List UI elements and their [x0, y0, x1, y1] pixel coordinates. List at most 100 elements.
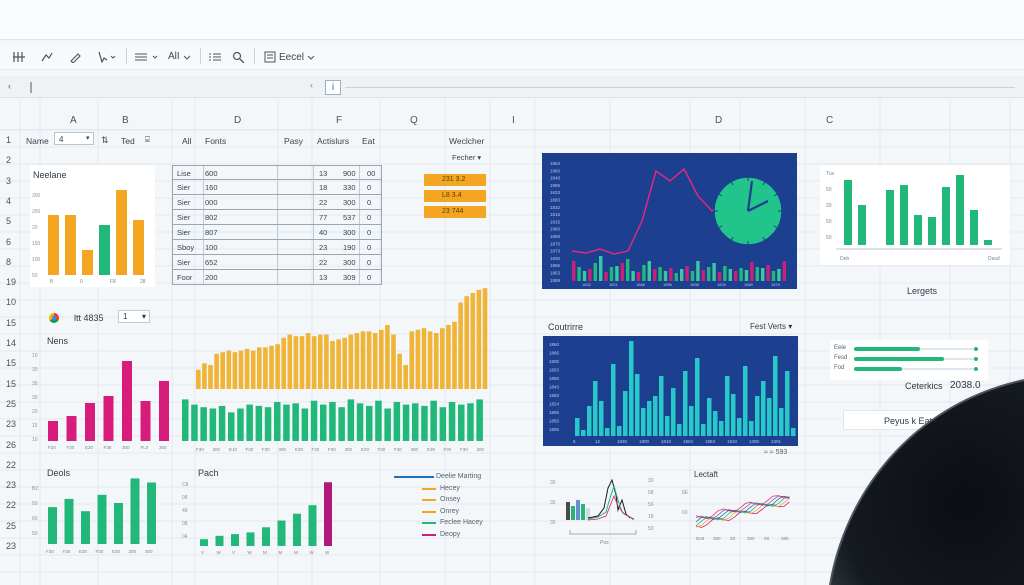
row-header[interactable]: 4	[6, 196, 11, 206]
dlc-bar	[147, 482, 156, 544]
orange-bar	[250, 350, 256, 389]
ctc-bar	[767, 398, 772, 436]
col-header-d[interactable]: D	[234, 115, 241, 126]
name-dropdown-value: 4	[59, 135, 64, 144]
table-row[interactable]: Sier 160 18 330 0	[172, 180, 382, 195]
ctc-bar	[785, 371, 790, 436]
neelane-chart-panel: Neelane 300 250 20 150 100 50 8 0 F8 28	[30, 165, 155, 287]
mdc-xtick: F30	[312, 447, 320, 452]
lines-icon[interactable]	[134, 51, 160, 63]
col-header-q[interactable]: Q	[410, 115, 418, 126]
col-header-f[interactable]: F	[336, 115, 342, 126]
row-header[interactable]: 25	[6, 521, 16, 531]
list-icon[interactable]	[208, 51, 222, 63]
table-cell: Sier	[177, 213, 191, 222]
widget-icon[interactable]	[48, 312, 60, 324]
col-header-b[interactable]: B	[122, 115, 129, 126]
row-header[interactable]: 26	[6, 440, 16, 450]
row-header[interactable]: 25	[6, 399, 16, 409]
ctc-bar	[737, 418, 742, 436]
row-header[interactable]: 15	[6, 358, 16, 368]
row-header[interactable]: 2	[6, 155, 11, 165]
pkc-bar	[48, 421, 58, 441]
btc-bar	[728, 269, 732, 281]
draw-icon[interactable]	[40, 51, 54, 63]
table-row[interactable]: Sier 000 22 300 0	[172, 195, 382, 210]
search-icon[interactable]	[232, 51, 246, 63]
sort-icon[interactable]: ⇅	[101, 135, 109, 146]
phc-xtick: W	[310, 550, 315, 555]
row-header[interactable]: 23	[6, 541, 16, 551]
row-header[interactable]: 15	[6, 379, 16, 389]
name-dropdown[interactable]: 4 ▾	[54, 132, 94, 145]
row-header[interactable]: 23	[6, 480, 16, 490]
row-header[interactable]: 1	[6, 135, 11, 145]
col-header-a[interactable]: A	[70, 115, 77, 126]
row-header[interactable]: 19	[6, 277, 16, 287]
row-header[interactable]: 14	[6, 338, 16, 348]
tlc-bar	[133, 220, 144, 275]
green-bar	[393, 402, 401, 441]
app-menu[interactable]: Eecel	[264, 51, 315, 63]
col-header-c[interactable]: C	[826, 115, 833, 126]
btc-xtick: 1888	[636, 282, 646, 287]
cursor-icon[interactable]	[96, 51, 118, 63]
row-header[interactable]: 10	[6, 297, 16, 307]
table-row[interactable]: Sboy 100 23 190 0	[172, 240, 382, 255]
pen-icon[interactable]	[68, 51, 82, 63]
fecher-value: Fecher	[452, 153, 476, 162]
row-header[interactable]: 22	[6, 460, 16, 470]
table-row[interactable]: Lise 600 13 900 00	[172, 165, 382, 180]
row-header[interactable]: 3	[6, 176, 11, 186]
row-header[interactable]: 8	[6, 257, 11, 267]
btc-bar	[593, 263, 597, 281]
row-header[interactable]: 22	[6, 500, 16, 510]
lfc-ytick: 8E	[682, 490, 689, 496]
table-row[interactable]: Foor 200 13 309 0	[172, 270, 382, 285]
btc-bar	[582, 271, 587, 281]
phc-bar	[308, 505, 317, 546]
legend-label: Onsey	[440, 496, 461, 503]
row-header[interactable]: 23	[6, 419, 16, 429]
table-row[interactable]: Sier 802 77 537 0	[172, 210, 382, 225]
row-header[interactable]: 5	[6, 216, 11, 226]
row-header[interactable]: 6	[6, 237, 11, 247]
fecher-dropdown[interactable]: Fecher ▾	[452, 153, 481, 162]
ctc-xtick: 1810	[727, 439, 738, 444]
ctc-bar	[683, 371, 688, 436]
row-header[interactable]: 15	[6, 318, 16, 328]
col-header-i[interactable]: I	[512, 115, 515, 126]
mlc-rtick: 18	[648, 514, 654, 520]
ctc-bar	[713, 411, 718, 436]
ctc-bar	[611, 364, 616, 436]
font-select[interactable]: AlI	[168, 51, 191, 62]
col-header-d2[interactable]: D	[715, 115, 722, 126]
table-row[interactable]: Sier 652 22 300 0	[172, 255, 382, 270]
mdc-xtick: 300	[213, 447, 221, 452]
widget-dropdown-value: 1	[123, 312, 128, 321]
fx-button[interactable]: i	[325, 80, 341, 95]
chevron-down-icon: ▾	[86, 135, 90, 142]
app-label: Eecel	[279, 51, 305, 63]
table-cell: 807	[205, 228, 218, 237]
formula-chevron-icon[interactable]: ‹	[310, 80, 313, 90]
btc-bar	[701, 270, 705, 281]
tlc-bar	[65, 215, 76, 275]
widget-dropdown[interactable]: 1 ▾	[118, 310, 150, 323]
green-bar	[310, 400, 318, 441]
table-cell: 77	[319, 213, 328, 222]
phc-bar	[200, 539, 208, 546]
ctc-bar	[725, 376, 730, 436]
formula-input[interactable]	[345, 87, 1015, 88]
countries-dropdown[interactable]: Fest Verts ▾	[750, 322, 792, 331]
ctc-bar	[743, 366, 748, 436]
filter-icon[interactable]: ⌸	[145, 135, 150, 145]
orange-bar	[433, 333, 439, 389]
btc-ytick: 1875	[550, 241, 561, 246]
ctc-ytick: 1850	[549, 393, 560, 398]
btc-xtick: 1875	[771, 282, 781, 287]
green-bar	[218, 405, 226, 441]
ctc-bar	[647, 401, 652, 436]
btc-bar	[723, 266, 727, 281]
table-row[interactable]: Sier 807 40 300 0	[172, 225, 382, 240]
